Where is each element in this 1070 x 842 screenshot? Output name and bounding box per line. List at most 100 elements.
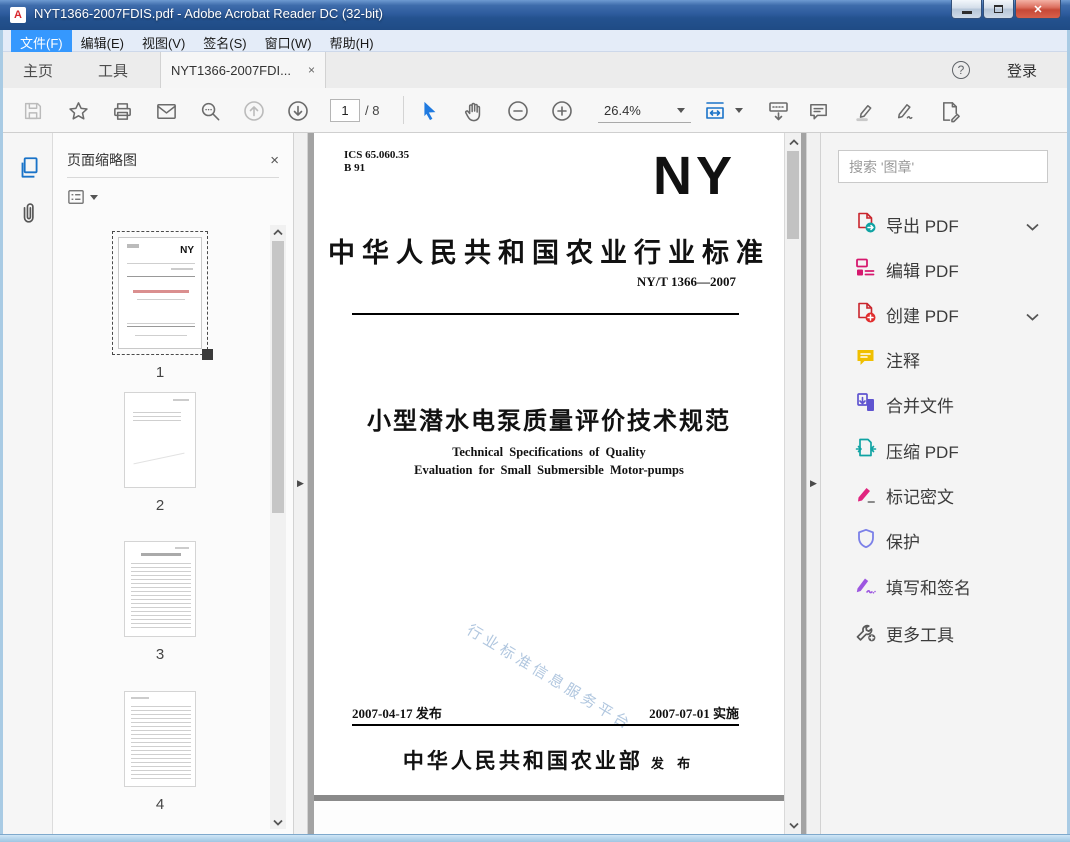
hand-tool-button[interactable] — [460, 98, 486, 124]
save-button[interactable] — [20, 98, 46, 124]
arrow-down-circle-icon — [288, 101, 308, 121]
next-page-button[interactable] — [285, 98, 311, 124]
tool-edit-pdf[interactable]: 编辑 PDF — [822, 250, 1067, 286]
horizontal-rule — [352, 313, 739, 315]
tool-combine-files[interactable]: 合并文件 — [822, 385, 1067, 421]
star-button[interactable] — [65, 98, 91, 124]
attachments-panel-button[interactable] — [16, 201, 42, 227]
print-button[interactable] — [109, 98, 135, 124]
document-pencil-icon — [942, 101, 960, 122]
email-icon — [156, 103, 176, 119]
help-button[interactable]: ? — [952, 61, 970, 79]
tab-home[interactable]: 主页 — [11, 52, 65, 88]
page-number-input[interactable] — [330, 99, 360, 122]
menu-help[interactable]: 帮助(H) — [321, 30, 383, 52]
star-icon — [68, 101, 88, 120]
menu-view[interactable]: 视图(V) — [133, 30, 194, 52]
email-button[interactable] — [153, 98, 179, 124]
comment-icon — [854, 346, 878, 370]
pdf-page-1[interactable]: ICS 65.060.35 B 91 NY 中华人民共和国农业行业标准 NY/T… — [314, 133, 784, 795]
scroll-up-icon[interactable] — [786, 135, 802, 149]
page-thumbnails-panel-button[interactable] — [16, 155, 42, 181]
scroll-up-icon[interactable] — [270, 225, 286, 239]
protect-shield-icon — [854, 527, 878, 551]
thumbnail-3[interactable]: 3 — [53, 541, 267, 663]
scroll-down-icon[interactable] — [270, 815, 286, 829]
chevron-down-icon[interactable] — [1026, 308, 1039, 326]
document-view[interactable]: ICS 65.060.35 B 91 NY 中华人民共和国农业行业标准 NY/T… — [308, 133, 806, 834]
left-panel-splitter[interactable]: ▶ — [293, 133, 308, 834]
thumbnails-scrollbar[interactable] — [270, 225, 286, 829]
toolbar: / 8 26.4% — [3, 88, 1067, 133]
sign-in-button[interactable]: 登录 — [1007, 60, 1037, 81]
chevron-down-icon[interactable] — [1026, 218, 1039, 236]
highlighter-icon — [855, 104, 871, 121]
search-tools-input[interactable] — [838, 150, 1048, 183]
highlight-tool-button[interactable] — [850, 98, 876, 124]
paperclip-icon — [23, 203, 34, 223]
close-button[interactable]: ✕ — [1015, 0, 1061, 19]
tab-close-icon[interactable]: × — [308, 63, 315, 77]
tool-redact[interactable]: 标记密文 — [822, 476, 1067, 512]
thumbnail-list: NY 1 2 3 4 — [53, 219, 267, 834]
tool-export-pdf[interactable]: 导出 PDF — [822, 205, 1067, 241]
publisher-name: 中华人民共和国农业部 — [402, 749, 643, 773]
tool-fill-sign[interactable]: 填写和签名 — [822, 567, 1067, 603]
expand-right-icon[interactable]: ▶ — [810, 478, 817, 489]
stamp-tool-button[interactable] — [937, 98, 963, 124]
menu-edit[interactable]: 编辑(E) — [72, 30, 133, 52]
thumbnails-options-button[interactable] — [67, 186, 101, 208]
comment-icon — [809, 103, 827, 119]
tab-document[interactable]: NYT1366-2007FDI... × — [160, 52, 326, 88]
window-title: NYT1366-2007FDIS.pdf - Adobe Acrobat Rea… — [34, 6, 384, 21]
right-panel-splitter[interactable]: ▶ — [806, 133, 821, 834]
scrollbar-thumb[interactable] — [787, 151, 799, 239]
tool-label: 压缩 PDF — [886, 443, 959, 462]
comment-tool-button[interactable] — [805, 98, 831, 124]
tab-tools[interactable]: 工具 — [86, 52, 140, 88]
fit-width-icon — [706, 102, 724, 119]
thumbnails-panel-close-icon[interactable]: × — [270, 152, 279, 169]
fit-width-button[interactable] — [703, 98, 729, 124]
reading-mode-button[interactable] — [765, 98, 791, 124]
plus-circle-icon — [552, 101, 572, 121]
thumbnail-2[interactable]: 2 — [53, 392, 267, 514]
cursor-icon — [424, 101, 436, 121]
sign-tool-button[interactable] — [893, 98, 919, 124]
document-title: 小型潜水电泵质量评价技术规范 — [367, 408, 731, 435]
standard-number: NY/T 1366—2007 — [636, 274, 736, 289]
create-pdf-icon — [854, 301, 878, 325]
tool-comment[interactable]: 注释 — [822, 340, 1067, 376]
scrollbar-thumb[interactable] — [272, 241, 284, 513]
menu-file[interactable]: 文件(F) — [11, 30, 72, 52]
restore-button[interactable] — [983, 0, 1014, 19]
zoom-level-dropdown[interactable]: 26.4% — [598, 99, 691, 123]
tool-protect[interactable]: 保护 — [822, 521, 1067, 557]
scroll-down-icon[interactable] — [786, 818, 802, 832]
selection-handle[interactable] — [202, 349, 213, 360]
thumbnail-4[interactable]: 4 — [53, 691, 267, 813]
document-scrollbar[interactable] — [784, 133, 801, 834]
issue-date: 2007-04-17 发布 — [352, 706, 442, 721]
zoom-out-button[interactable] — [505, 98, 531, 124]
expand-right-icon[interactable]: ▶ — [297, 478, 304, 489]
tool-label: 标记密文 — [886, 488, 954, 507]
search-button[interactable] — [197, 98, 223, 124]
tool-more-tools[interactable]: 更多工具 — [822, 614, 1067, 650]
chevron-down-icon — [677, 108, 685, 113]
search-icon — [201, 102, 219, 120]
thumbnail-1[interactable]: NY 1 — [53, 231, 267, 381]
menu-window[interactable]: 窗口(W) — [256, 30, 321, 52]
fit-options-chevron-icon[interactable] — [735, 108, 743, 113]
minimize-button[interactable] — [951, 0, 982, 19]
english-subtitle-line2: Evaluation for Small Submersible Motor-p… — [414, 463, 684, 477]
chevron-down-icon — [90, 194, 98, 200]
tool-compress-pdf[interactable]: 压缩 PDF — [822, 431, 1067, 467]
select-tool-button[interactable] — [416, 98, 442, 124]
previous-page-button[interactable] — [241, 98, 267, 124]
zoom-in-button[interactable] — [549, 98, 575, 124]
tab-document-label: NYT1366-2007FDI... — [171, 62, 291, 78]
menu-sign[interactable]: 签名(S) — [194, 30, 255, 52]
thumbnail-1-selection: NY — [112, 231, 213, 360]
tool-create-pdf[interactable]: 创建 PDF — [822, 295, 1067, 331]
